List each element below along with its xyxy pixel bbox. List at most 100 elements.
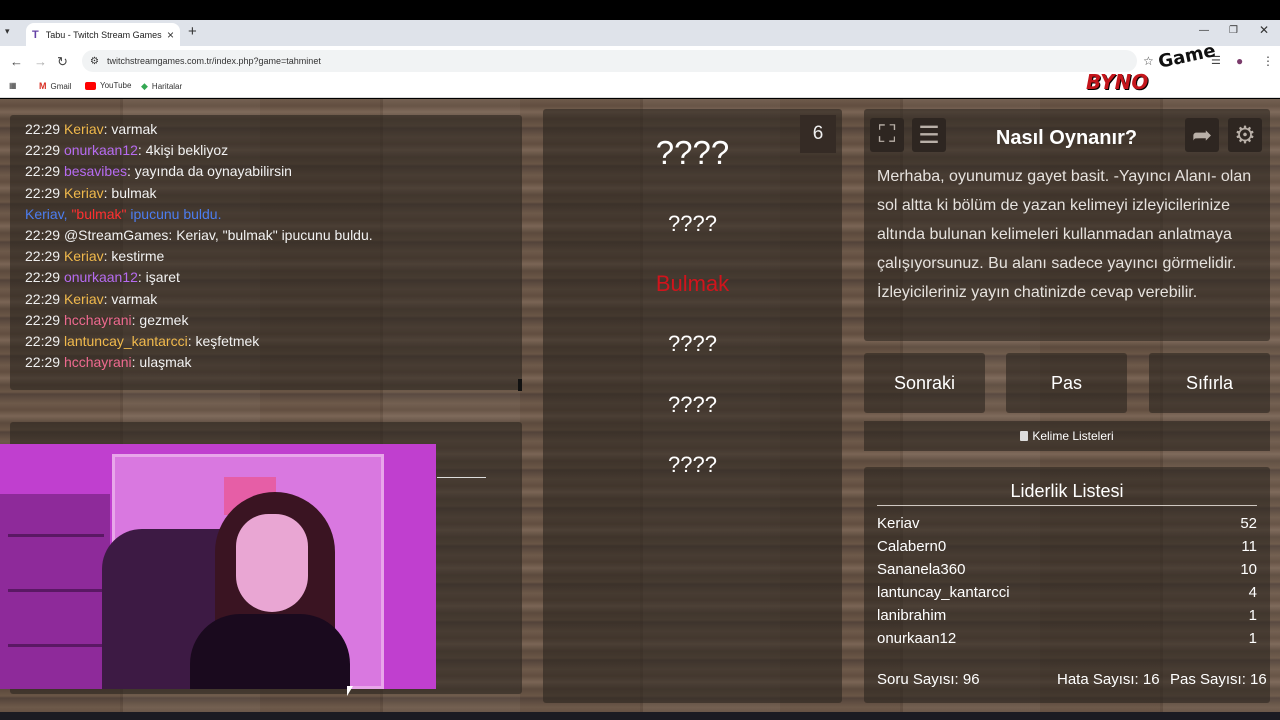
- browser-tab[interactable]: T Tabu - Twitch Stream Games ×: [26, 23, 180, 46]
- chat-line: 22:29 @StreamGames: Keriav, "bulmak" ipu…: [25, 226, 373, 243]
- howto-text: Merhaba, oyunumuz gayet basit. -Yayıncı …: [877, 168, 1252, 301]
- taboo-word: ????: [668, 331, 717, 356]
- tab-search-icon[interactable]: ▾: [5, 26, 10, 37]
- chat-time: 22:29: [25, 269, 61, 286]
- bookmark-gmail[interactable]: M Gmail: [39, 81, 71, 91]
- chat-user: besavibes: [63, 163, 127, 180]
- maps-icon: ◆: [141, 81, 148, 91]
- browser-menu-icon[interactable]: ⋮: [1262, 54, 1274, 68]
- chat-line: 22:29 besavibes: yayında da oynayabilirs…: [25, 163, 292, 180]
- player-score: 52: [1240, 515, 1257, 532]
- leaderboard-row: lantuncay_kantarcci 4: [877, 584, 1257, 606]
- chat-line: 22:29 Keriav: bulmak: [25, 184, 157, 201]
- chat-line: 22:29 onurkaan12: 4kişi bekliyoz: [25, 142, 229, 159]
- apps-grid-icon[interactable]: ▦: [9, 81, 17, 90]
- exit-icon[interactable]: ➦: [1185, 118, 1219, 152]
- chat-time: 22:29: [25, 248, 61, 265]
- url-text: twitchstreamgames.com.tr/index.php?game=…: [106, 56, 321, 66]
- howto-title: Nasıl Oynanır?: [995, 127, 1138, 149]
- chat-list: 22:29 Keriav: varmak 22:29 onurkaan12: 4…: [10, 119, 522, 373]
- leaderboard-row: Sananela360 10: [877, 561, 1257, 583]
- chat-user: onurkaan12: [63, 269, 138, 286]
- taboo-word: ????: [668, 211, 717, 236]
- chat-user: hcchayrani: [63, 354, 132, 371]
- chat-notice-line: Keriav, "bulmak" ipucunu buldu.: [10, 204, 522, 225]
- chat-line: 22:29 Keriav: kestirme: [25, 248, 165, 265]
- chat-line: 22:29 hcchayrani: gezmek: [25, 311, 189, 328]
- chat-line: 22:29 Keriav: varmak: [25, 121, 158, 137]
- minimize-icon[interactable]: —: [1199, 25, 1209, 36]
- chat-message: varmak: [111, 290, 158, 307]
- player-score: 11: [1241, 538, 1257, 555]
- webcam-shelf: [0, 494, 110, 689]
- player-name: Calabern0: [877, 538, 947, 555]
- leaderboard-row: Calabern0 11: [877, 538, 1257, 560]
- chat-line: 22:29 hcchayrani: ulaşmak: [25, 354, 192, 371]
- player-name: lantuncay_kantarcci: [877, 584, 1010, 601]
- youtube-icon: [85, 81, 96, 90]
- settings-icon[interactable]: ⚙: [1228, 118, 1262, 152]
- chat-user: Keriav: [63, 248, 104, 265]
- leaderboard-row: onurkaan12 1: [877, 630, 1257, 652]
- pass-button[interactable]: Pas: [1006, 353, 1127, 413]
- logo-byno-text: BYNO: [1086, 70, 1149, 94]
- player-score: 1: [1248, 607, 1257, 624]
- chat-scrollbar[interactable]: [518, 379, 522, 391]
- leaderboard-title: Liderlik Listesi: [1010, 481, 1124, 501]
- reset-button[interactable]: Sıfırla: [1149, 353, 1270, 413]
- tab-title: Tabu - Twitch Stream Games: [45, 29, 162, 40]
- site-info-icon[interactable]: ⚙: [90, 56, 99, 67]
- taboo-word-found: Bulmak: [655, 271, 730, 296]
- pass-count: Pas Sayısı: 16: [1170, 671, 1267, 688]
- question-count: Soru Sayısı: 96: [877, 671, 980, 688]
- game-stats: Soru Sayısı: 96 Hata Sayısı: 16 Pas Sayı…: [877, 671, 1267, 688]
- new-tab-icon[interactable]: +: [188, 23, 197, 40]
- forward-icon[interactable]: →: [34, 54, 47, 69]
- clipboard-icon: [1020, 431, 1029, 441]
- back-icon[interactable]: ←: [10, 54, 23, 69]
- screen-top-bar: [0, 0, 1280, 20]
- chat-user: Keriav: [63, 121, 104, 137]
- player-name: Sananela360: [877, 561, 966, 578]
- taboo-word: ????: [668, 452, 717, 477]
- bookmark-youtube[interactable]: YouTube: [85, 81, 131, 90]
- chat-message: keşfetmek: [195, 332, 260, 349]
- twitch-favicon-icon: T: [32, 28, 39, 41]
- leaderboard-row: lanibrahim 1: [877, 607, 1257, 629]
- chat-time: 22:29: [25, 163, 61, 180]
- restore-icon[interactable]: ❐: [1229, 25, 1238, 36]
- player-name: onurkaan12: [877, 630, 957, 647]
- leaderboard-divider: [877, 505, 1257, 506]
- notice-keyword: "bulmak": [71, 205, 127, 222]
- chat-line: 22:29 Keriav: varmak: [25, 290, 158, 307]
- webcam-person-body: [190, 614, 350, 689]
- bookmark-maps[interactable]: ◆ Haritalar: [141, 81, 182, 92]
- player-score: 1: [1248, 630, 1257, 647]
- chat-time: 22:29: [25, 354, 61, 371]
- player-name: Keriav: [877, 515, 920, 532]
- chat-user: hcchayrani: [63, 311, 132, 328]
- tab-close-icon[interactable]: ×: [167, 28, 174, 42]
- mouse-cursor: [347, 686, 353, 696]
- chat-message: ulaşmak: [139, 354, 192, 371]
- chat-time: 22:29: [25, 226, 61, 243]
- reload-icon[interactable]: ↻: [57, 54, 68, 70]
- bookmark-maps-label: Haritalar: [151, 82, 183, 91]
- fullscreen-icon[interactable]: ⛶: [870, 118, 904, 152]
- chat-user: @StreamGames: [63, 226, 169, 243]
- player-score: 4: [1248, 584, 1257, 601]
- player-name: lanibrahim: [877, 607, 947, 624]
- chat-message: yayında da oynayabilirsin: [134, 163, 292, 180]
- window-close-icon[interactable]: ✕: [1259, 23, 1269, 37]
- next-button[interactable]: Sonraki: [864, 353, 985, 413]
- chat-user: Keriav: [63, 184, 104, 201]
- url-field[interactable]: ⚙ twitchstreamgames.com.tr/index.php?gam…: [82, 50, 1137, 72]
- word-lists-button[interactable]: Kelime Listeleri: [864, 421, 1270, 451]
- leaderboard-row: Keriav 52: [877, 515, 1257, 537]
- chat-time: 22:29: [25, 332, 61, 349]
- player-score: 10: [1240, 561, 1257, 578]
- list-icon[interactable]: ☰: [912, 118, 946, 152]
- chat-message: gezmek: [139, 311, 189, 328]
- taboo-word: ????: [668, 392, 717, 417]
- webcam-person-face: [236, 514, 308, 612]
